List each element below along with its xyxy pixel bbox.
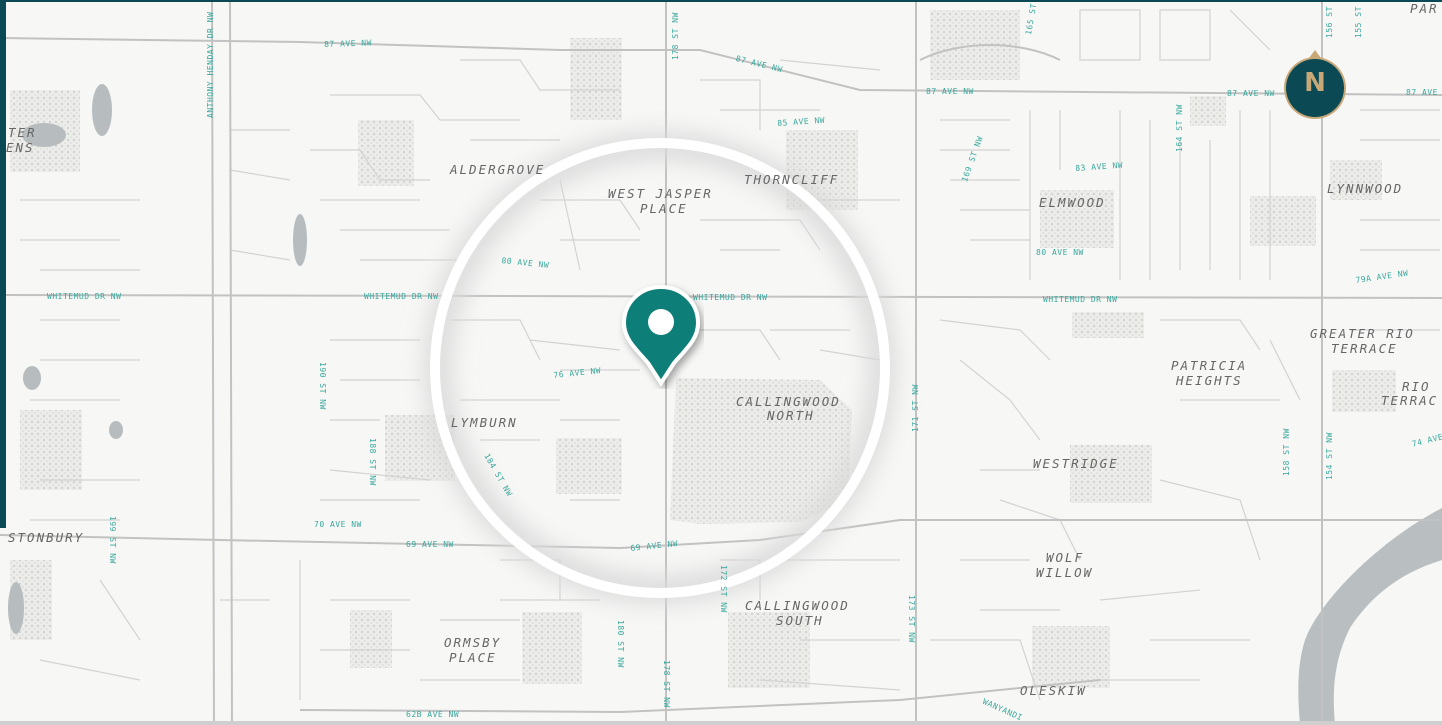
street-label: 190 ST NW [318,362,327,410]
neighbourhood-label: LYNNWOOD [1327,181,1404,196]
street-label: 178 ST NW [662,660,671,708]
street-label: 62B AVE NW [406,710,460,719]
street-label: 87 AVE NW [926,87,974,96]
street-label: 87 AVE NW [1406,88,1442,97]
street-label: WHITEMUD DR NW [693,293,768,302]
neighbourhood-label: ORMSBY [444,635,502,650]
river [1298,508,1442,725]
street-label: 154 ST NW [1325,432,1334,480]
street-label: 158 ST NW [1282,428,1291,476]
neighbourhood-label: WEST JASPER [608,186,713,201]
neighbourhood-label: OLESKIW [1020,683,1087,698]
neighbourhood-label: PLACE [449,650,497,665]
frame-bottom-border [0,721,1442,725]
neighbourhood-label: PAR [1410,1,1439,16]
neighbourhood-label: GREATER RIO [1310,326,1415,341]
street-label: 178 ST NW [671,12,680,60]
neighbourhood-label: CALLINGWOOD [745,598,850,613]
street-label: 164 ST NW [1175,104,1184,152]
neighbourhood-label: TERRAC [1381,393,1439,408]
street-label: 171 ST NW [911,384,920,432]
neighbourhood-label: TERRACE [1331,341,1398,356]
compass-letter: N [1304,68,1326,98]
street-label: WHITEMUD DR NW [47,292,122,301]
neighbourhood-label: RIO [1402,379,1431,394]
neighbourhood-label: WOLF [1046,550,1085,565]
street-label: ANTHONY HENDAY DR NW [206,11,215,118]
street-label: 87 AVE NW [324,38,373,49]
neighbourhood-label: NORTH [767,408,815,423]
neighbourhood-label: ALDERGROVE [450,162,546,177]
neighbourhood-label: SOUTH [776,613,824,628]
street-label: 70 AVE NW [314,520,362,529]
neighbourhood-label: TER [8,125,37,140]
neighbourhood-map: ALDERGROVE WEST JASPER PLACE THORNCLIFF … [0,0,1442,725]
street-label: 173 ST NW [907,595,916,643]
neighbourhood-label: PLACE [640,201,688,216]
north-compass-icon: N [1283,50,1347,122]
neighbourhood-label: ENS [6,140,35,155]
neighbourhood-label: HEIGHTS [1176,373,1243,388]
street-label: 80 AVE NW [1036,248,1084,257]
neighbourhood-label: PATRICIA [1171,358,1248,373]
street-label: WHITEMUD DR NW [364,292,439,301]
street-label: 155 ST NW [1354,0,1363,38]
street-label: 156 ST NW [1325,0,1334,38]
local-streets [20,9,1440,701]
location-pin-icon[interactable] [618,283,704,389]
neighbourhood-label: WESTRIDGE [1033,456,1119,471]
street-label: WHITEMUD DR NW [1043,295,1118,304]
neighbourhood-label: CALLINGWOOD [736,394,841,409]
neighbourhood-label: WILLOW [1036,565,1094,580]
frame-left-border [0,0,6,528]
neighbourhood-label: ELMWOOD [1039,195,1106,210]
street-label: 199 ST NW [108,516,117,564]
street-label: 188 ST NW [368,438,377,486]
neighbourhood-label: STONBURY [8,530,85,545]
frame-top-border [0,0,1442,2]
neighbourhood-label: THORNCLIFF [744,172,840,187]
neighbourhood-label: LYMBURN [451,415,518,430]
street-label: 87 AVE NW [1227,89,1275,98]
street-label: 69 AVE NW [406,540,454,549]
street-label: 172 ST NW [719,565,728,613]
street-label: 180 ST NW [616,620,625,668]
